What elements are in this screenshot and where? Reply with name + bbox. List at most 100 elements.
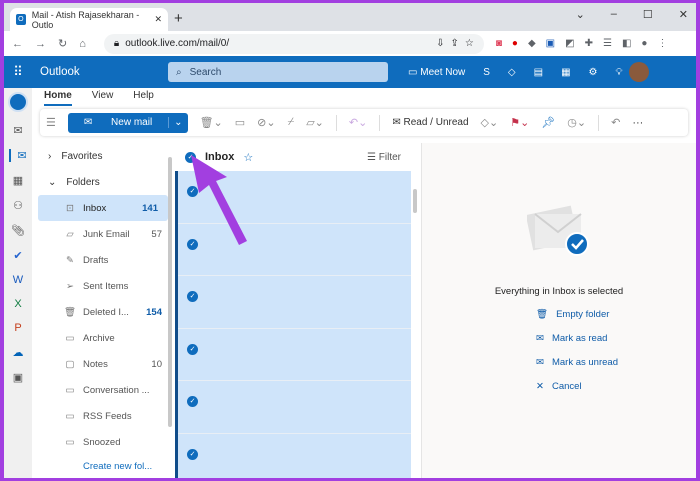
extension-icon[interactable]: ▣ xyxy=(546,38,555,49)
cancel-button[interactable]: ✕ Cancel xyxy=(536,381,618,392)
folder-drafts[interactable]: ✎ Drafts xyxy=(34,247,172,273)
close-tab-icon[interactable]: ✕ xyxy=(154,14,162,25)
tab-search-icon[interactable]: ⌄ xyxy=(576,8,585,21)
more-apps-icon[interactable]: ▣ xyxy=(13,371,23,384)
premium-diamond-icon[interactable]: ◇ xyxy=(508,67,516,78)
reading-list-icon[interactable]: ☰ xyxy=(603,38,612,49)
forward-icon[interactable]: → xyxy=(35,38,46,50)
tab-help[interactable]: Help xyxy=(133,90,154,106)
chevron-down-icon[interactable]: ⌄ xyxy=(168,117,187,128)
todo-icon[interactable]: ✔ xyxy=(13,249,22,262)
snooze-icon[interactable]: ◷⌄ xyxy=(567,116,586,129)
more-options-button[interactable]: ··· xyxy=(632,117,643,129)
extension-icon[interactable]: ◆ xyxy=(528,38,536,49)
folder-conversation[interactable]: ▭ Conversation ... xyxy=(34,377,172,403)
avatar[interactable] xyxy=(628,62,649,82)
profile-icon[interactable]: ● xyxy=(641,38,647,49)
close-window-button[interactable]: ✕ xyxy=(679,8,688,21)
compose-mail-icon[interactable]: ✉ xyxy=(13,124,22,137)
hamburger-menu-icon[interactable]: ☰ xyxy=(46,116,56,129)
people-icon[interactable]: ⚇ xyxy=(13,199,23,212)
folder-junk-email[interactable]: ▱ Junk Email 57 xyxy=(34,221,172,247)
reply-icon[interactable]: ↶⌄ xyxy=(349,116,367,129)
browser-tab[interactable]: O Mail - Atish Rajasekharan - Outlo ✕ xyxy=(10,8,168,31)
attachment-icon[interactable]: 📎︎ xyxy=(11,224,25,237)
lock-icon: 🔒︎ xyxy=(113,38,120,49)
back-icon[interactable]: ← xyxy=(12,38,23,50)
folder-notes[interactable]: ▢ Notes 10 xyxy=(34,351,172,377)
menu-icon[interactable]: ⋮ xyxy=(657,38,667,49)
skype-icon[interactable]: S xyxy=(483,67,490,78)
archive-icon[interactable]: ▭ xyxy=(235,116,245,129)
checkbox-checked-icon[interactable]: ✓ xyxy=(187,448,198,460)
word-icon[interactable]: W xyxy=(13,274,23,286)
sweep-icon[interactable]: ⌿ xyxy=(288,116,295,129)
folder-sent-items[interactable]: ➢ Sent Items xyxy=(34,273,172,299)
office-icon[interactable]: ▤ xyxy=(534,67,543,78)
folders-header[interactable]: ⌄ Folders xyxy=(34,169,172,195)
list-item[interactable]: ✓ xyxy=(178,329,411,381)
mail-icon[interactable]: ✉ xyxy=(9,149,27,162)
new-mail-button[interactable]: ✉ New mail ⌄ xyxy=(67,112,188,133)
home-icon[interactable]: ⌂ xyxy=(79,38,86,50)
new-tab-button[interactable]: + xyxy=(174,10,183,27)
pin-icon[interactable]: 📌︎ xyxy=(541,116,555,129)
favorites-header[interactable]: › Favorites xyxy=(34,143,172,169)
excel-icon[interactable]: X xyxy=(14,298,21,310)
reload-icon[interactable]: ↻ xyxy=(58,37,67,50)
opera-icon[interactable]: ● xyxy=(512,38,518,49)
folder-rss-feeds[interactable]: ▭ RSS Feeds xyxy=(34,403,172,429)
list-scrollbar[interactable] xyxy=(413,189,417,213)
tab-view[interactable]: View xyxy=(92,90,114,106)
outlook-logo-icon xyxy=(8,92,28,112)
folder-deleted-i[interactable]: 🗑︎ Deleted I... 154 xyxy=(34,299,172,325)
filter-button[interactable]: ☰ Filter xyxy=(367,152,401,163)
delete-icon[interactable]: 🗑︎⌄ xyxy=(200,116,223,129)
unread-count: 57 xyxy=(151,228,162,240)
list-item[interactable]: ✓ xyxy=(178,276,411,329)
maximize-button[interactable]: ☐ xyxy=(643,8,653,21)
my-day-icon[interactable]: ▦ xyxy=(561,67,570,78)
mark-as-unread-button[interactable]: ✉ Mark as unread xyxy=(536,357,618,368)
read-unread-button[interactable]: ✉ Read / Unread xyxy=(392,117,468,128)
list-item[interactable]: ✓ xyxy=(178,434,411,479)
undo-icon[interactable]: ↶ xyxy=(611,116,620,129)
folder-snoozed[interactable]: ▭ Snoozed xyxy=(34,429,172,455)
minimize-button[interactable]: – xyxy=(611,8,617,21)
tips-lightbulb-icon[interactable]: 💡︎ xyxy=(616,67,623,78)
settings-gear-icon[interactable]: ⚙ xyxy=(589,67,598,78)
extension-icon[interactable]: ◩ xyxy=(565,38,574,49)
folder-inbox[interactable]: ⊡ Inbox 141 xyxy=(38,195,168,221)
tag-icon[interactable]: ◇⌄ xyxy=(481,116,499,129)
install-icon[interactable]: ⇩ xyxy=(436,38,444,49)
bookmark-star-icon[interactable]: ☆ xyxy=(465,38,474,49)
create-new-folder-link[interactable]: Create new fol... xyxy=(34,461,172,472)
onedrive-icon[interactable]: ☁ xyxy=(13,346,24,359)
favorites-label: Favorites xyxy=(61,150,103,162)
checkbox-checked-icon[interactable]: ✓ xyxy=(187,343,198,355)
extensions-puzzle-icon[interactable]: ✚ xyxy=(585,38,593,49)
new-mail-label: New mail xyxy=(111,117,153,128)
tab-home[interactable]: Home xyxy=(44,90,72,106)
meet-now-button[interactable]: ▭ Meet Now xyxy=(408,67,465,78)
calendar-icon[interactable]: ▦ xyxy=(13,174,23,187)
pocket-icon[interactable]: ◙ xyxy=(496,38,502,49)
folder-scrollbar[interactable] xyxy=(168,157,172,427)
checkbox-checked-icon[interactable]: ✓ xyxy=(187,396,198,407)
side-panel-icon[interactable]: ◧ xyxy=(622,38,631,49)
url-field[interactable]: 🔒︎ outlook.live.com/mail/0/ ⇩ ⇪ ☆ xyxy=(103,33,484,54)
empty-folder-label: Empty folder xyxy=(556,309,610,320)
search-input[interactable]: ⌕ Search xyxy=(168,62,388,82)
folder-archive[interactable]: ▭ Archive xyxy=(34,325,172,351)
folders-label: Folders xyxy=(66,176,100,188)
empty-folder-button[interactable]: 🗑︎ Empty folder xyxy=(536,309,618,320)
mark-as-read-button[interactable]: ✉ Mark as read xyxy=(536,333,618,344)
flag-icon[interactable]: ⚑⌄ xyxy=(510,116,529,129)
report-icon[interactable]: ⊘⌄ xyxy=(257,116,275,129)
powerpoint-icon[interactable]: P xyxy=(14,322,21,334)
share-icon[interactable]: ⇪ xyxy=(451,38,459,49)
list-item[interactable]: ✓ xyxy=(178,381,411,434)
app-launcher-icon[interactable]: ⠿ xyxy=(4,64,32,80)
move-to-icon[interactable]: ▱⌄ xyxy=(306,116,324,129)
checkbox-checked-icon[interactable]: ✓ xyxy=(187,291,198,302)
